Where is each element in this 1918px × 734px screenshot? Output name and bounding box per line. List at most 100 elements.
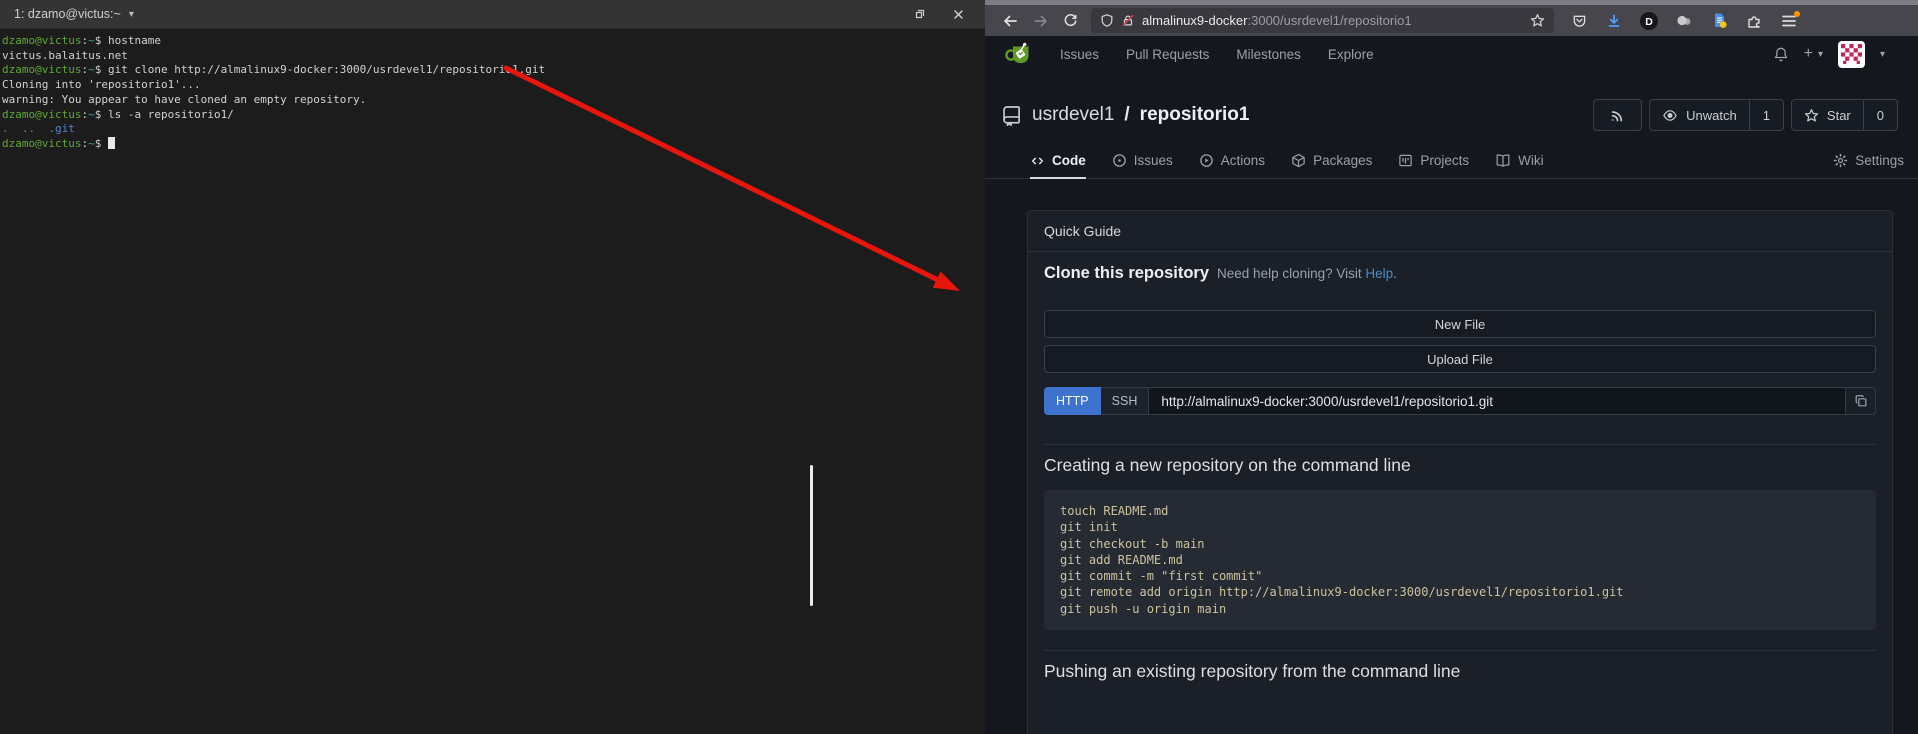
plus-icon: +	[1804, 45, 1813, 63]
browser-toolbar: almalinux9-docker:3000/usrdevel1/reposit…	[985, 5, 1918, 36]
star-label: Star	[1827, 108, 1851, 123]
wiki-book-icon	[1495, 153, 1511, 168]
repo-separator: /	[1124, 104, 1129, 126]
terminal-line: dzamo@victus:~$	[2, 137, 983, 152]
create-repo-code-block: touch README.md git init git checkout -b…	[1044, 490, 1876, 630]
clone-url-bar: HTTP SSH http://almalinux9-docker:3000/u…	[1044, 387, 1876, 415]
pocket-icon[interactable]	[1566, 8, 1592, 34]
terminal-cursor	[108, 137, 115, 149]
extensions-puzzle-icon[interactable]	[1741, 8, 1767, 34]
repo-header: usrdevel1 / repositorio1	[985, 72, 1918, 131]
terminal-scrollbar[interactable]	[810, 465, 813, 606]
circles-extension-icon[interactable]	[1671, 8, 1697, 34]
reload-button[interactable]	[1055, 8, 1085, 34]
restore-window-button[interactable]	[913, 7, 927, 21]
repo-book-icon	[1001, 105, 1022, 126]
gear-icon	[1833, 153, 1848, 168]
new-file-button[interactable]: New File	[1044, 310, 1876, 338]
insecure-lock-icon[interactable]	[1121, 13, 1135, 28]
quick-guide-header: Quick Guide	[1028, 211, 1892, 252]
terminal-output: dzamo@victus:~$ hostnamevictus.balaitus.…	[0, 29, 985, 157]
shield-icon[interactable]	[1100, 13, 1114, 28]
user-avatar[interactable]	[1838, 41, 1865, 68]
nav-milestones[interactable]: Milestones	[1236, 47, 1301, 62]
upload-file-button[interactable]: Upload File	[1044, 345, 1876, 373]
play-circle-icon	[1199, 153, 1214, 168]
terminal-line: . .. .git	[2, 122, 983, 137]
clone-url-input[interactable]: http://almalinux9-docker:3000/usrdevel1/…	[1149, 387, 1846, 415]
package-cube-icon	[1291, 153, 1306, 168]
unwatch-label: Unwatch	[1686, 108, 1737, 123]
create-new-button[interactable]: + ▾	[1804, 45, 1823, 63]
url-text: almalinux9-docker:3000/usrdevel1/reposit…	[1142, 13, 1523, 28]
toolbar-extensions: D	[1566, 8, 1802, 34]
tab-settings[interactable]: Settings	[1833, 153, 1904, 179]
clone-help-text: Need help cloning? Visit Help.	[1217, 266, 1397, 281]
repo-name-link[interactable]: repositorio1	[1140, 104, 1250, 126]
star-count[interactable]: 0	[1863, 100, 1897, 130]
issue-icon	[1112, 153, 1127, 168]
bookmark-star-icon[interactable]	[1530, 13, 1545, 28]
translate-document-icon[interactable]	[1706, 8, 1732, 34]
watch-count[interactable]: 1	[1749, 100, 1783, 130]
nav-pull-requests[interactable]: Pull Requests	[1126, 47, 1209, 62]
browser-window: almalinux9-docker:3000/usrdevel1/reposit…	[985, 0, 1918, 734]
star-icon	[1804, 108, 1819, 123]
section-divider	[1044, 444, 1876, 445]
eye-icon	[1662, 108, 1678, 123]
terminal-line: Cloning into 'repositorio1'...	[2, 78, 983, 93]
back-button[interactable]	[995, 8, 1025, 34]
clone-section-title: Clone this repository	[1044, 264, 1209, 283]
repo-content: Quick Guide Clone this repository Need h…	[985, 179, 1918, 734]
menu-icon[interactable]	[1776, 8, 1802, 34]
create-repo-section-title: Creating a new repository on the command…	[1044, 455, 1876, 476]
terminal-title: 1: dzamo@victus:~ ▾	[14, 7, 134, 21]
tab-packages[interactable]: Packages	[1291, 153, 1372, 179]
terminal-title-text: 1: dzamo@victus:~	[14, 7, 121, 21]
http-toggle-button[interactable]: HTTP	[1044, 387, 1101, 415]
repo-owner-link[interactable]: usrdevel1	[1032, 104, 1114, 126]
terminal-line: dzamo@victus:~$ hostname	[2, 34, 983, 49]
terminal-line: dzamo@victus:~$ git clone http://almalin…	[2, 63, 983, 78]
copy-url-button[interactable]	[1846, 387, 1876, 415]
chevron-down-icon: ▾	[1880, 49, 1885, 60]
terminal-window: 1: dzamo@victus:~ ▾ dzamo@victus:~$ host…	[0, 0, 985, 734]
repo-tabs: Code Issues Actions Packages	[985, 145, 1918, 179]
chevron-down-icon: ▾	[129, 9, 134, 20]
svg-text:D: D	[1645, 16, 1653, 28]
download-icon[interactable]	[1601, 8, 1627, 34]
nav-explore[interactable]: Explore	[1328, 47, 1374, 62]
terminal-line: warning: You appear to have cloned an em…	[2, 93, 983, 108]
help-link[interactable]: Help	[1365, 266, 1393, 281]
code-icon	[1030, 154, 1045, 168]
rss-button[interactable]	[1593, 99, 1642, 131]
terminal-line: dzamo@victus:~$ ls -a repositorio1/	[2, 108, 983, 123]
notifications-bell-icon[interactable]	[1773, 46, 1789, 63]
chevron-down-icon: ▾	[1818, 49, 1823, 60]
tab-issues[interactable]: Issues	[1112, 153, 1173, 179]
project-board-icon	[1398, 153, 1413, 168]
quick-guide-box: Quick Guide Clone this repository Need h…	[1027, 210, 1893, 734]
unwatch-button[interactable]: Unwatch 1	[1649, 99, 1784, 131]
tab-wiki[interactable]: Wiki	[1495, 153, 1544, 179]
terminal-titlebar: 1: dzamo@victus:~ ▾	[0, 0, 985, 29]
update-badge	[1794, 11, 1800, 17]
terminal-line: victus.balaitus.net	[2, 49, 983, 64]
section-divider	[1044, 650, 1876, 651]
close-window-button[interactable]	[951, 7, 965, 21]
copy-icon	[1854, 394, 1868, 408]
gitea-page: Issues Pull Requests Milestones Explore …	[985, 36, 1918, 734]
gitea-logo[interactable]	[1005, 40, 1033, 68]
push-repo-section-title: Pushing an existing repository from the …	[1044, 661, 1876, 682]
gitea-navbar: Issues Pull Requests Milestones Explore …	[985, 36, 1918, 72]
address-bar[interactable]: almalinux9-docker:3000/usrdevel1/reposit…	[1091, 8, 1554, 33]
tab-projects[interactable]: Projects	[1398, 153, 1469, 179]
ssh-toggle-button[interactable]: SSH	[1101, 387, 1150, 415]
repo-title: usrdevel1 / repositorio1	[1001, 104, 1249, 126]
forward-button[interactable]	[1025, 8, 1055, 34]
tab-code[interactable]: Code	[1030, 153, 1086, 179]
nav-issues[interactable]: Issues	[1060, 47, 1099, 62]
star-button[interactable]: Star 0	[1791, 99, 1898, 131]
dark-reader-icon[interactable]: D	[1636, 8, 1662, 34]
tab-actions[interactable]: Actions	[1199, 153, 1265, 179]
